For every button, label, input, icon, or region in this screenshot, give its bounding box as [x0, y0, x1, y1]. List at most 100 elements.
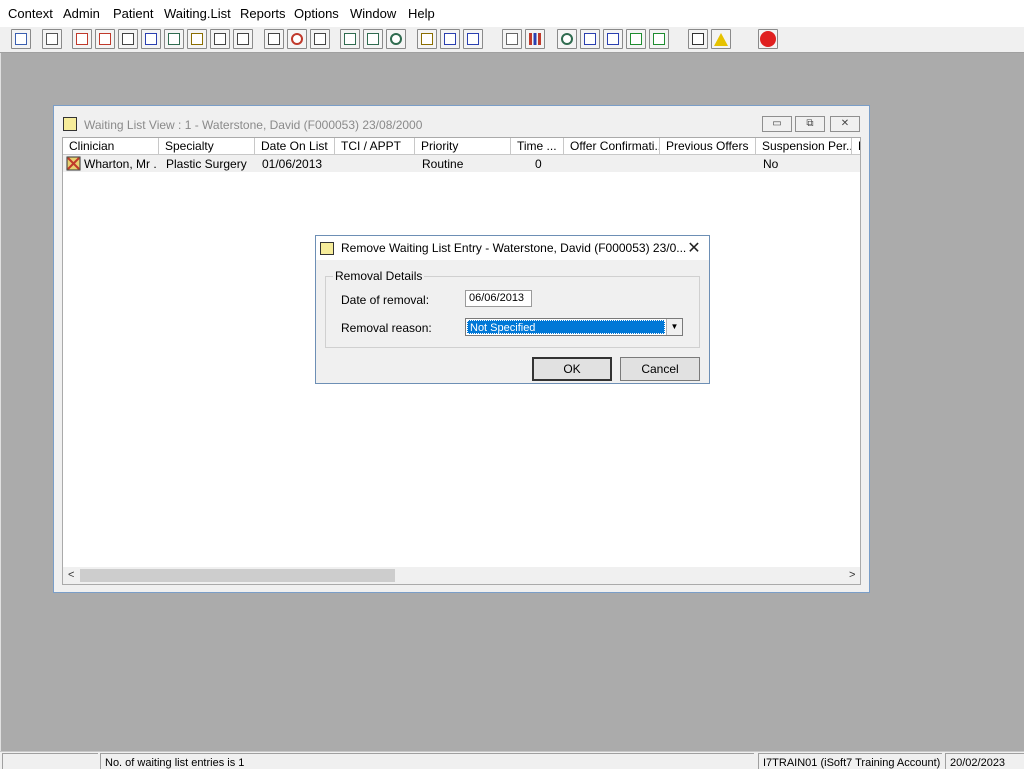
dialog-titlebar[interactable]: Remove Waiting List Entry - Waterstone, … — [316, 236, 709, 260]
swap-button[interactable] — [688, 29, 708, 49]
list-button[interactable] — [310, 29, 330, 49]
waiting-list-button[interactable] — [417, 29, 437, 49]
column-header-specialty[interactable]: Specialty — [159, 138, 255, 155]
menu-window[interactable]: Window — [350, 6, 396, 21]
horizontal-scrollbar[interactable]: < > — [63, 567, 860, 584]
clock-button[interactable] — [287, 29, 307, 49]
person-card-button[interactable] — [340, 29, 360, 49]
waiting-list-icon — [421, 33, 433, 45]
clinician-icon — [168, 33, 180, 45]
column-header-time[interactable]: Time ... — [511, 138, 564, 155]
cell-date-on-list: 01/06/2013 — [262, 157, 323, 171]
waiting-list-title: Waiting List View : 1 - Waterstone, Davi… — [84, 118, 423, 132]
removal-reason-select[interactable]: Not Specified ▼ — [465, 318, 683, 336]
status-bar: No. of waiting list entries is 1 I7TRAIN… — [0, 751, 1024, 769]
status-date: 20/02/2023 — [945, 753, 1024, 769]
removal-reason-label: Removal reason: — [341, 321, 432, 335]
search-document-icon — [122, 33, 134, 45]
chevron-down-icon[interactable]: ▼ — [666, 319, 682, 335]
check-list-2-button[interactable] — [603, 29, 623, 49]
printer-button[interactable] — [42, 29, 62, 49]
column-header-clinician[interactable]: Clinician — [63, 138, 159, 155]
notes-button[interactable] — [187, 29, 207, 49]
column-header-tci-appt[interactable]: TCI / APPT — [335, 138, 415, 155]
green-arrow-list-button[interactable] — [626, 29, 646, 49]
person-card-icon — [344, 33, 356, 45]
column-header-date-on-list[interactable]: Date On List — [255, 138, 335, 155]
person-button[interactable] — [11, 29, 31, 49]
check-list-button[interactable] — [580, 29, 600, 49]
menu-options[interactable]: Options — [294, 6, 339, 21]
cell-suspension-period: No — [763, 157, 779, 171]
check-list-icon — [584, 33, 596, 45]
close-window-button[interactable]: ✕ — [830, 116, 860, 132]
minimize-button[interactable]: ▭ — [762, 116, 792, 132]
green-arrow-list-2-icon — [653, 33, 665, 45]
date-of-removal-input[interactable]: 06/06/2013 — [465, 290, 532, 307]
arrow-form-2-button[interactable] — [233, 29, 253, 49]
scroll-left-arrow-icon[interactable]: < — [68, 569, 74, 581]
menu-reports[interactable]: Reports — [240, 6, 286, 21]
cell-time: 0 — [535, 157, 542, 171]
restore-button[interactable]: ⧉ — [795, 116, 825, 132]
edit-book-button[interactable] — [95, 29, 115, 49]
menu-admin[interactable]: Admin — [63, 6, 100, 21]
menu-context[interactable]: Context — [8, 6, 53, 21]
scroll-right-arrow-icon[interactable]: > — [849, 569, 855, 581]
search-document-button[interactable] — [118, 29, 138, 49]
notes-icon — [191, 33, 203, 45]
alarm-clock-button[interactable] — [386, 29, 406, 49]
search-button[interactable] — [264, 29, 284, 49]
status-message: No. of waiting list entries is 1 — [100, 753, 754, 769]
dialog-close-icon[interactable]: ✕ — [685, 238, 703, 258]
dialog-waiting-list-icon — [320, 242, 334, 255]
menu-waiting-list[interactable]: Waiting.List — [164, 6, 231, 21]
menu-patient[interactable]: Patient — [113, 6, 153, 21]
edit-book-icon — [99, 33, 111, 45]
card-button[interactable] — [363, 29, 383, 49]
column-header-previous-offers[interactable]: Previous Offers — [660, 138, 756, 155]
green-arrow-list-2-button[interactable] — [649, 29, 669, 49]
card-icon — [367, 33, 379, 45]
bar-chart-icon — [529, 33, 541, 45]
arrow-form-icon — [214, 33, 226, 45]
m-button[interactable] — [141, 29, 161, 49]
book-button[interactable] — [72, 29, 92, 49]
clinician-button[interactable] — [164, 29, 184, 49]
search-icon — [268, 33, 280, 45]
status-blank — [2, 753, 98, 769]
column-header-r[interactable]: R — [852, 138, 860, 155]
column-header-priority[interactable]: Priority — [415, 138, 511, 155]
menu-help[interactable]: Help — [408, 6, 435, 21]
removal-reason-value: Not Specified — [467, 320, 665, 334]
arrow-form-button[interactable] — [210, 29, 230, 49]
toolbar — [0, 27, 1024, 53]
scrollbar-thumb[interactable] — [80, 569, 395, 582]
ok-button[interactable]: OK — [532, 357, 612, 381]
people-button[interactable] — [463, 29, 483, 49]
page-button[interactable] — [502, 29, 522, 49]
bar-chart-button[interactable] — [525, 29, 545, 49]
m-icon — [145, 33, 157, 45]
globe-button[interactable] — [557, 29, 577, 49]
people-icon — [467, 33, 479, 45]
column-header-offer-confirmation[interactable]: Offer Confirmati... — [564, 138, 660, 155]
globe-icon — [561, 33, 573, 45]
warning-button[interactable] — [711, 29, 731, 49]
remove-entry-dialog: Remove Waiting List Entry - Waterstone, … — [315, 235, 710, 384]
list-icon — [314, 33, 326, 45]
patient-flag-icon — [66, 156, 81, 171]
bed-button[interactable] — [440, 29, 460, 49]
arrow-form-2-icon — [237, 33, 249, 45]
swap-icon — [692, 33, 704, 45]
cancel-button[interactable]: Cancel — [620, 357, 700, 381]
column-header-suspension-period[interactable]: Suspension Per... — [756, 138, 852, 155]
removal-details-label: Removal Details — [333, 269, 425, 283]
page-icon — [506, 33, 518, 45]
exit-button[interactable] — [758, 29, 778, 49]
person-icon — [15, 33, 27, 45]
waiting-list-titlebar[interactable]: Waiting List View : 1 - Waterstone, Davi… — [54, 106, 869, 140]
book-icon — [76, 33, 88, 45]
table-row[interactable]: Wharton, Mr ... Plastic Surgery 01/06/20… — [63, 155, 860, 172]
dialog-title: Remove Waiting List Entry - Waterstone, … — [341, 241, 687, 255]
